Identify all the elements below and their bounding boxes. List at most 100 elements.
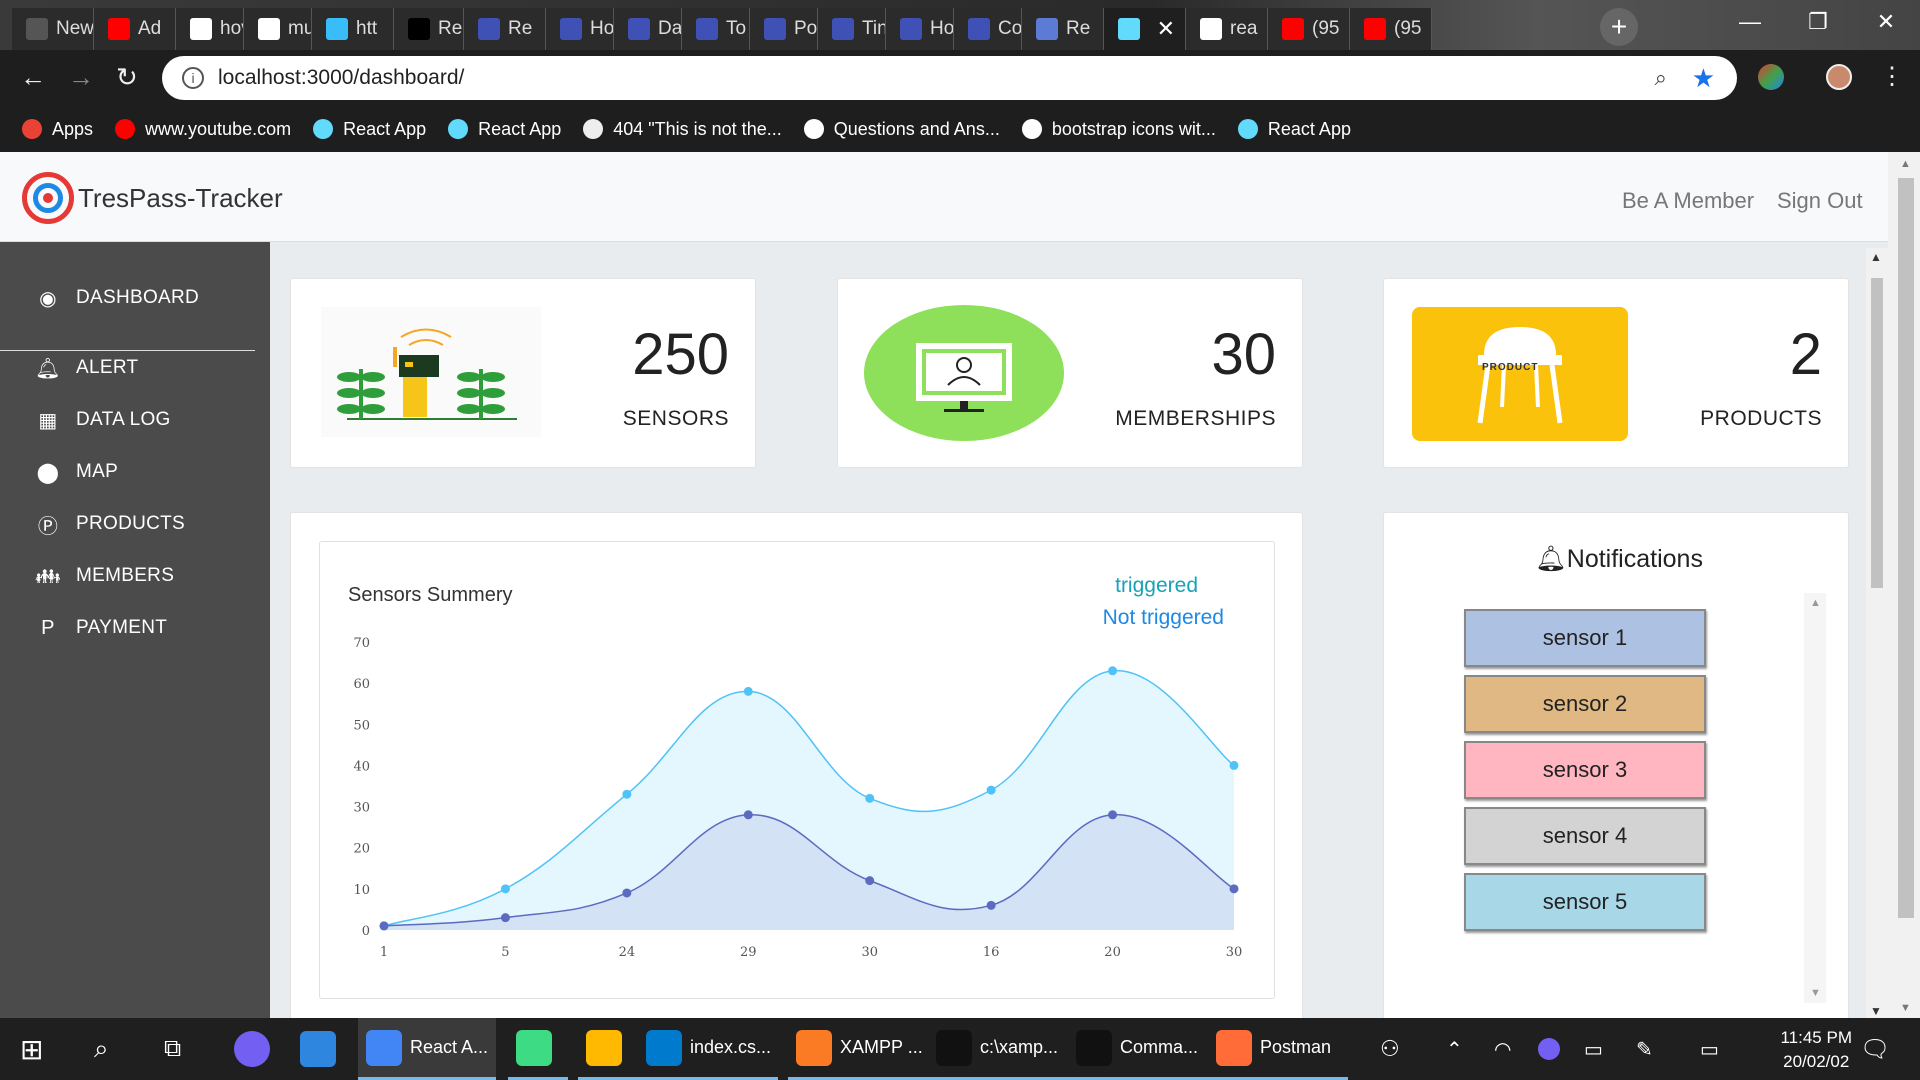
notification-scrollbar[interactable]: ▲ ▼ (1804, 593, 1826, 1003)
data-point[interactable] (379, 921, 389, 931)
data-point[interactable] (986, 785, 996, 795)
data-point[interactable] (1108, 666, 1118, 676)
taskbar-app[interactable] (508, 1018, 568, 1080)
sign-out-link[interactable]: Sign Out (1777, 188, 1863, 214)
bookmark-item[interactable]: Apps (22, 119, 93, 140)
tab-favicon-icon (1282, 18, 1304, 40)
show-hidden-icons[interactable]: ⌃ (1446, 1018, 1463, 1080)
sidebar-item-products[interactable]: Ⓟ PRODUCTS (0, 504, 255, 544)
viber-tray-icon[interactable] (1538, 1018, 1568, 1080)
browser-tab[interactable]: Co (954, 8, 1022, 50)
data-point[interactable] (622, 789, 632, 799)
browser-tab[interactable]: mu (244, 8, 312, 50)
browser-tab[interactable]: Po (750, 8, 818, 50)
sidebar-item-dashboard[interactable]: ◉ DASHBOARD (0, 278, 255, 318)
data-point[interactable] (500, 884, 510, 894)
browser-tab[interactable]: (95 (1268, 8, 1350, 50)
battery-icon[interactable]: ▭ (1584, 1018, 1603, 1080)
browser-tab[interactable]: New Ta (12, 8, 94, 50)
data-point[interactable] (500, 913, 510, 923)
data-point[interactable] (1108, 810, 1118, 820)
bookmark-item[interactable]: Questions and Ans... (803, 119, 1000, 140)
site-info-icon[interactable]: i (182, 67, 204, 89)
data-point[interactable] (986, 900, 996, 910)
browser-tab[interactable]: Re (1022, 8, 1104, 50)
browser-tab[interactable]: Ad (94, 8, 176, 50)
tab-close-icon[interactable]: ✕ (1157, 16, 1175, 42)
browser-tab[interactable]: To (682, 8, 750, 50)
extension-icon[interactable] (1758, 64, 1784, 90)
url-bar[interactable]: i localhost:3000/dashboard/ ⌕ ★ (162, 56, 1737, 100)
taskbar-app[interactable]: XAMPP ... (788, 1018, 928, 1080)
notification-sensor-button[interactable]: sensor 2 (1464, 675, 1706, 733)
browser-tab[interactable]: Ho (546, 8, 614, 50)
minimize-button[interactable]: — (1716, 0, 1784, 44)
maximize-button[interactable]: ❐ (1784, 0, 1852, 44)
data-point[interactable] (743, 686, 753, 696)
notification-sensor-button[interactable]: sensor 3 (1464, 741, 1706, 799)
sidebar-item-payment[interactable]: P PAYMENT (0, 608, 255, 648)
taskbar-app[interactable]: c:\xamp... (928, 1018, 1068, 1080)
profile-avatar[interactable] (1826, 64, 1852, 90)
taskbar-app[interactable]: React A... (358, 1018, 496, 1080)
bookmark-item[interactable]: React App (1237, 119, 1351, 140)
task-view-icon[interactable]: ⧉ (164, 1018, 181, 1080)
data-point[interactable] (622, 888, 632, 898)
data-point[interactable] (743, 810, 753, 820)
action-center-icon[interactable]: 🗨︎ (1860, 1018, 1890, 1080)
data-point[interactable] (1229, 760, 1239, 770)
content-scrollbar[interactable]: ▲ ▼ (1866, 248, 1888, 1018)
browser-tab[interactable]: Tin (818, 8, 886, 50)
people-icon[interactable]: ⚇ (1380, 1018, 1400, 1080)
keyboard-icon[interactable]: ▭ (1700, 1018, 1719, 1080)
system-clock[interactable]: 11:45 PM 20/02/02 (1780, 1026, 1852, 1074)
search-icon[interactable]: ⌕ (94, 1018, 109, 1080)
product-p-icon: Ⓟ (37, 515, 59, 538)
data-point[interactable] (1229, 884, 1239, 894)
notification-sensor-button[interactable]: sensor 4 (1464, 807, 1706, 865)
newtab-button[interactable]: + (1600, 8, 1638, 46)
wifi-icon[interactable]: ◠ (1494, 1018, 1511, 1080)
browser-tab[interactable]: ✕ (1104, 8, 1186, 50)
data-point[interactable] (865, 793, 875, 803)
sidebar-item-data-log[interactable]: ▦ DATA LOG (0, 400, 255, 440)
taskbar-app[interactable]: index.cs... (638, 1018, 778, 1080)
browser-tab[interactable]: hov (176, 8, 244, 50)
be-a-member-link[interactable]: Be A Member (1622, 188, 1754, 214)
page-scrollbar[interactable]: ▲ ▼ (1888, 152, 1920, 1018)
app-taskbar-icon[interactable] (300, 1018, 344, 1080)
bookmark-item[interactable]: bootstrap icons wit... (1021, 119, 1216, 140)
browser-tab[interactable]: Re (464, 8, 546, 50)
browser-tab[interactable]: htt (312, 8, 394, 50)
bookmark-item[interactable]: www.youtube.com (115, 119, 291, 140)
notification-sensor-button[interactable]: sensor 1 (1464, 609, 1706, 667)
browser-tab[interactable]: rea (1186, 8, 1268, 50)
viber-taskbar-icon[interactable] (234, 1018, 278, 1080)
reload-icon[interactable]: ↻ (116, 62, 138, 93)
browser-tab[interactable]: Ho (886, 8, 954, 50)
sidebar-item-alert[interactable]: 🔔︎ ALERT (0, 348, 255, 388)
brand[interactable]: TresPass-Tracker (22, 172, 283, 224)
sensors-stat-card: 250 SENSORS (290, 278, 756, 468)
data-point[interactable] (865, 876, 875, 886)
close-window-button[interactable]: ✕ (1852, 0, 1920, 44)
back-icon[interactable]: ← (20, 62, 46, 93)
taskbar-app[interactable] (578, 1018, 638, 1080)
windows-start-icon[interactable]: ⊞ (20, 1018, 43, 1080)
taskbar-app[interactable]: Comma... (1068, 1018, 1208, 1080)
bookmark-item[interactable]: React App (448, 119, 561, 140)
notification-sensor-button[interactable]: sensor 5 (1464, 873, 1706, 931)
forward-icon[interactable]: → (68, 62, 94, 93)
bookmark-item[interactable]: 404 "This is not the... (583, 119, 782, 140)
browser-tab[interactable]: Re (394, 8, 464, 50)
taskbar-app[interactable]: Postman (1208, 1018, 1348, 1080)
sidebar-item-members[interactable]: 👪︎ MEMBERS (0, 556, 255, 596)
menu-kebab-icon[interactable]: ⋮ (1880, 62, 1904, 91)
pen-icon[interactable]: ✎ (1636, 1018, 1653, 1080)
browser-tab[interactable]: (95 (1350, 8, 1432, 50)
sidebar-item-map[interactable]: ⬤ MAP (0, 452, 255, 492)
browser-tab[interactable]: Da (614, 8, 682, 50)
zoom-icon[interactable]: ⌕ (1655, 65, 1667, 91)
bookmark-star-icon[interactable]: ★ (1692, 63, 1715, 94)
bookmark-item[interactable]: React App (313, 119, 426, 140)
